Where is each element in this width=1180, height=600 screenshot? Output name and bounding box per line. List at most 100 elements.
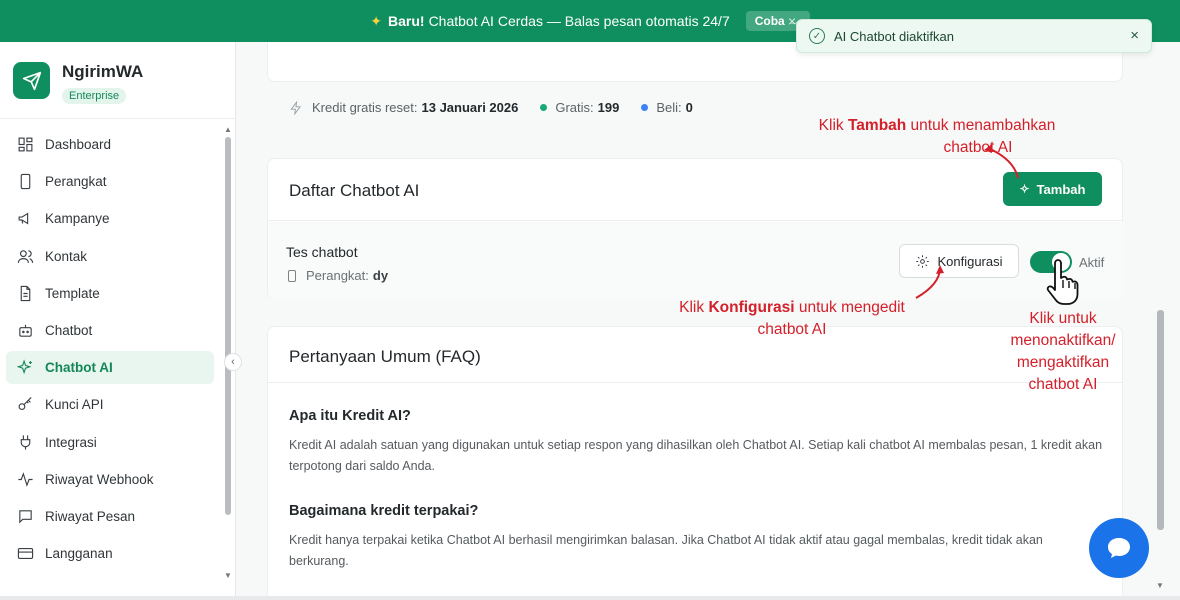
sidebar-item-label: Langganan [45,546,113,562]
sidebar-item-label: Chatbot [45,322,93,338]
annotation-toggle: Klik untuk menonaktifkan/ mengaktifkan c… [998,308,1128,396]
credit-summary: Kredit gratis reset: 13 Januari 2026 Gra… [289,100,693,115]
anno-text: Klik [679,299,709,316]
faq-card: Pertanyaan Umum (FAQ) Apa itu Kredit AI?… [267,326,1123,596]
users-icon [17,249,34,263]
banner-cta-label: Coba [754,14,785,28]
sidebar-item-label: Riwayat Webhook [45,471,154,487]
free-dot [540,104,548,111]
phone-icon [20,174,31,190]
anno-text: menonaktifkan/ [1010,332,1116,349]
anno-text: Klik [818,117,848,134]
buy-label: Beli: [656,100,682,115]
chart-tick-label: 11 [599,42,624,44]
buy-value: 0 [685,100,693,115]
add-chatbot-button[interactable]: ✧ Tambah [1003,172,1102,206]
chart-tick-label: 16 [725,42,750,44]
sidebar-scroll-thumb[interactable] [225,137,231,515]
sidebar-item-kontak[interactable]: Kontak [6,240,214,273]
chart-tick-label: 13 [649,42,674,44]
sidebar-item-template[interactable]: Template [6,277,214,310]
bottom-edge [0,596,1180,600]
pointer-hand-icon [1044,256,1084,313]
main-scroll-thumb[interactable] [1157,310,1164,530]
sidebar-divider [0,118,236,119]
sidebar-item-label: Integrasi [45,434,97,450]
chart-tick-label: 7 [498,42,523,44]
device-label: Perangkat: [306,268,369,283]
faq-answer: Kredit AI adalah satuan yang digunakan u… [289,438,1103,473]
buy-dot [641,104,649,111]
sidebar-item-dashboard[interactable]: Dashboard [6,128,214,161]
sparkles-icon: ✦ [370,12,382,29]
chevron-left-icon: ‹ [231,356,235,368]
banner-close-icon[interactable]: × [788,13,796,29]
chart-tick-label: 14 [674,42,699,44]
scroll-up-icon[interactable]: ▲ [224,125,232,134]
banner-bold: Baru! [388,13,425,29]
free-value: 199 [597,100,620,115]
chart-tick-label: 5 [448,42,473,44]
configure-label: Konfigurasi [937,253,1003,269]
chart-tick-label: 1 [347,42,372,44]
anno-text: chatbot AI [757,321,827,338]
chatbot-list-title: Daftar Chatbot AI [289,181,420,200]
check-circle-icon: ✓ [809,28,825,44]
configure-button[interactable]: Konfigurasi [899,244,1019,278]
chart-tick-label: 15 [700,42,725,44]
sidebar-item-riwayat-webhook[interactable]: Riwayat Webhook [6,463,214,496]
faq-question: Apa itu Kredit AI? [289,408,411,424]
faq-question: Bagaimana kredit terpakai? [289,503,479,519]
main-scrollbar[interactable]: ▼ [1154,10,1168,596]
chart-tick-label: 12 [624,42,649,44]
sidebar-item-label: Template [45,285,100,301]
annotation-konfigurasi: Klik Konfigurasi untuk mengedit chatbot … [668,297,916,341]
faq-title: Pertanyaan Umum (FAQ) [289,347,481,366]
chart-tick-label: 8 [523,42,548,44]
sidebar-item-perangkat[interactable]: Perangkat [6,165,214,198]
anno-bold: Tambah [847,117,907,134]
support-chat-button[interactable] [1089,518,1149,578]
brand[interactable]: NgirimWA Enterprise [13,62,143,104]
anno-text: untuk mengedit [794,299,905,316]
chatbot-device: Perangkat: dy [288,268,388,283]
chatbot-name: Tes chatbot [286,244,358,260]
chart-tick-label: 6 [473,42,498,44]
sidebar: NgirimWA Enterprise Dashboard Perangkat … [0,42,236,596]
card-icon [17,548,34,560]
toast-close-icon[interactable]: × [1130,27,1139,44]
anno-text: mengaktifkan [1016,354,1110,371]
add-button-label: Tambah [1036,181,1086,197]
chart-tick-label: 17 [750,42,775,44]
chart-x-ticks: 12345678910111213141516171819 [347,42,826,44]
sidebar-item-kampanye[interactable]: Kampanye [6,202,214,235]
chart-tick-label: 10 [574,42,599,44]
zap-icon [290,100,302,115]
file-icon [20,285,31,301]
anno-text: chatbot AI [943,139,1013,156]
sidebar-item-integrasi[interactable]: Integrasi [6,426,214,459]
sidebar-item-riwayat-pesan[interactable]: Riwayat Pesan [6,500,214,533]
sidebar-item-kunci-api[interactable]: Kunci API [6,388,214,421]
sidebar-item-label: Kunci API [45,397,104,413]
plan-badge: Enterprise [62,88,127,104]
reset-date: 13 Januari 2026 [421,100,519,115]
chat-bubble-icon [1108,538,1130,558]
device-value: dy [372,268,389,283]
chatbot-list-card: Daftar Chatbot AI ✧ Tambah Tes chatbot P… [267,158,1124,300]
chatbot-row: Tes chatbot Perangkat: dy Konfigurasi Ak… [268,222,1124,300]
sidebar-item-langganan[interactable]: Langganan [6,537,214,570]
chart-tick-label: 4 [423,42,448,44]
faq-answer: Kredit hanya terpakai ketika Chatbot AI … [289,533,1043,568]
key-icon [18,397,32,411]
sparkles-icon [17,359,32,375]
toast-text: AI Chatbot diaktifkan [834,28,954,44]
gear-icon [916,254,930,268]
sidebar-item-chatbot[interactable]: Chatbot [6,314,214,347]
send-icon [13,62,50,99]
scroll-down-icon[interactable]: ▼ [1156,581,1164,590]
sidebar-item-chatbot-ai[interactable]: Chatbot AI [6,351,214,385]
reset-label: Kredit gratis reset: [312,100,418,115]
sidebar-item-label: Kampanye [45,211,110,227]
scroll-down-icon[interactable]: ▼ [224,571,232,580]
